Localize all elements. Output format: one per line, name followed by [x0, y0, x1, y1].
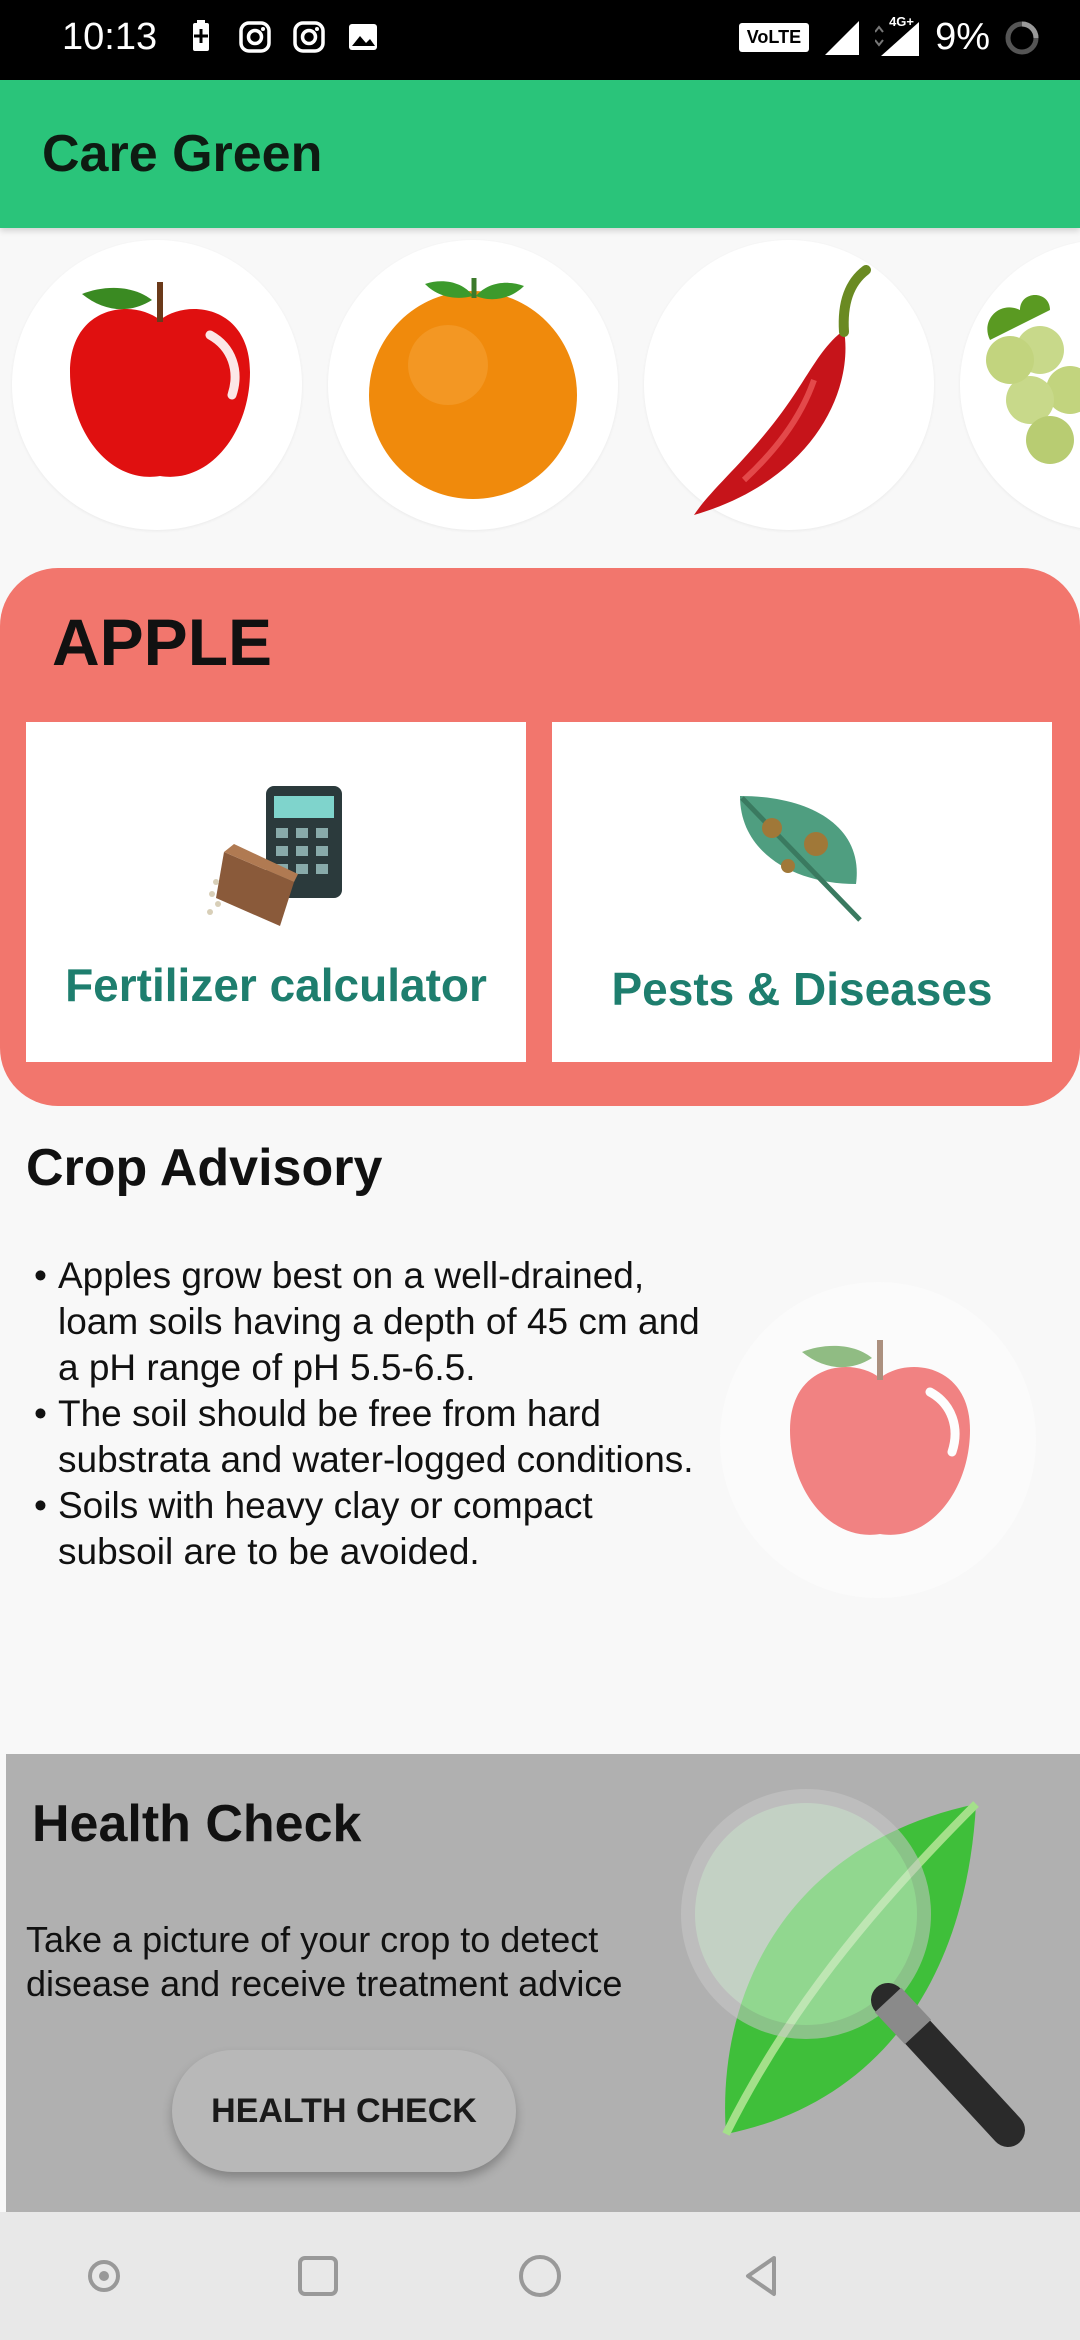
- crop-carousel[interactable]: [0, 228, 1080, 558]
- advisory-list: Apples grow best on a well-drained, loam…: [34, 1253, 714, 1575]
- crop-grapes[interactable]: [960, 240, 1080, 530]
- back-icon[interactable]: [734, 2248, 790, 2304]
- health-check-button[interactable]: HEALTH CHECK: [172, 2050, 516, 2172]
- pests-diseases-tile[interactable]: Pests & Diseases: [552, 722, 1052, 1062]
- gallery-icon: [349, 24, 377, 50]
- pests-diseases-label: Pests & Diseases: [611, 963, 993, 1015]
- fertilizer-calculator-icon: [207, 786, 342, 926]
- apple-icon: [790, 1340, 970, 1535]
- leaf-disease-icon: [740, 796, 862, 922]
- health-check-heading: Health Check: [32, 1795, 362, 1853]
- crop-advisory-heading: Crop Advisory: [26, 1139, 383, 1197]
- dot-icon[interactable]: [76, 2248, 132, 2304]
- signal-icon: [825, 20, 860, 55]
- apple-icon: [70, 282, 250, 477]
- fertilizer-calculator-label: Fertilizer calculator: [65, 959, 487, 1011]
- grapes-icon: [986, 295, 1080, 464]
- health-check-card: Health Check Take a picture of your crop…: [6, 1754, 1080, 2212]
- orange-icon: [369, 278, 577, 499]
- crop-chilli[interactable]: [644, 240, 934, 530]
- volte-badge: VoLTE: [738, 23, 810, 52]
- home-icon[interactable]: [512, 2248, 568, 2304]
- advisory-item: The soil should be free from hard substr…: [34, 1391, 714, 1483]
- loading-icon: [1005, 21, 1039, 54]
- signal-4g-icon: 4G+: [874, 14, 921, 58]
- status-bar: 10:13 VoLTE 4G+ 9%: [0, 0, 1080, 80]
- crop-orange[interactable]: [328, 240, 618, 530]
- health-check-description: Take a picture of your crop to detect di…: [26, 1919, 623, 2004]
- advisory-item: Apples grow best on a well-drained, loam…: [34, 1253, 714, 1391]
- navigation-bar: [0, 2212, 1080, 2340]
- app-title: Care Green: [42, 125, 323, 183]
- crop-name-heading: APPLE: [52, 605, 273, 679]
- battery-percent: 9%: [935, 16, 990, 58]
- advisory-apple-image: [720, 1282, 1036, 1598]
- status-time: 10:13: [62, 16, 158, 58]
- selected-crop-panel: APPLE Fertilizer calculator Pests & Dise…: [0, 568, 1080, 1106]
- crop-apple[interactable]: [12, 240, 302, 530]
- app-bar: Care Green: [0, 80, 1080, 228]
- fertilizer-calculator-tile[interactable]: Fertilizer calculator: [26, 722, 526, 1062]
- instagram-icon: [239, 21, 271, 53]
- advisory-item: Soils with heavy clay or compact subsoil…: [34, 1483, 714, 1575]
- instagram-icon: [293, 21, 325, 53]
- magnifier-leaf-icon: [681, 1789, 1025, 2147]
- battery-saver-icon: [193, 20, 209, 51]
- chilli-icon: [694, 265, 871, 515]
- recents-icon[interactable]: [290, 2248, 346, 2304]
